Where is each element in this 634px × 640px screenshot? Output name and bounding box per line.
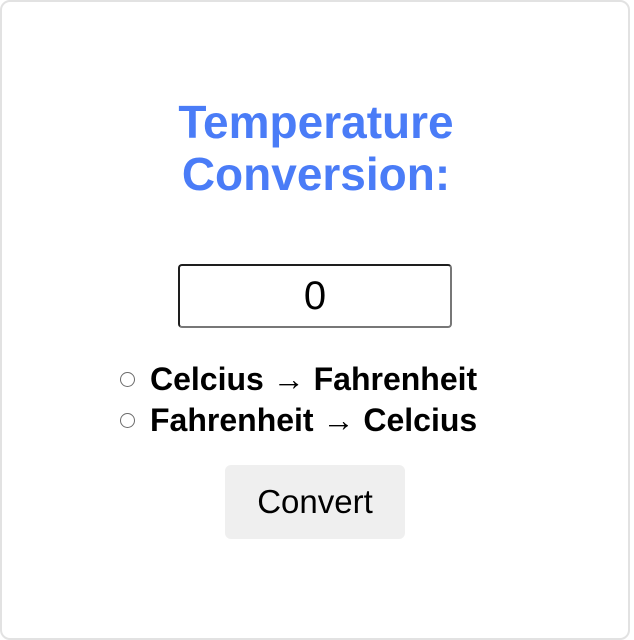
radio-label-f-to-c: Fahrenheit → Celcius — [150, 401, 478, 438]
radio-option-c-to-f[interactable]: Celcius → Fahrenheit — [118, 359, 477, 399]
radio-label-c-to-f: Celcius → Fahrenheit — [150, 360, 478, 397]
radio-button-c-to-f[interactable] — [120, 371, 135, 387]
title-line-2: Conversion: — [181, 148, 451, 200]
page-title: Temperature Conversion: — [2, 96, 630, 200]
temperature-input[interactable] — [178, 264, 452, 328]
radio-option-f-to-c[interactable]: Fahrenheit → Celcius — [118, 400, 477, 440]
title-line-1: Temperature — [178, 96, 454, 148]
converter-card: Temperature Conversion: Celcius → Fahren… — [0, 0, 630, 640]
convert-button[interactable]: Convert — [225, 465, 405, 539]
radio-button-f-to-c[interactable] — [120, 412, 135, 428]
